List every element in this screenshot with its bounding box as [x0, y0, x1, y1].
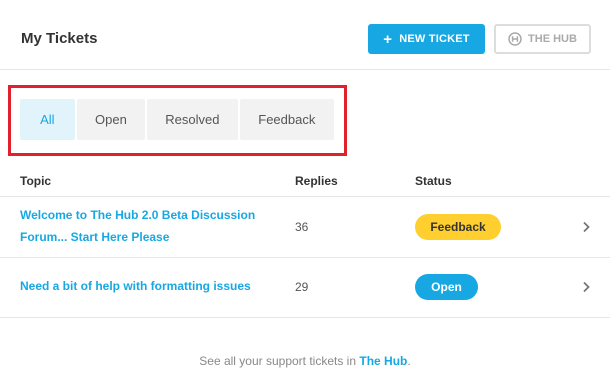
page-title: My Tickets	[21, 30, 98, 47]
table-row[interactable]: Need a bit of help with formatting issue…	[0, 258, 610, 318]
tab-resolved[interactable]: Resolved	[147, 99, 238, 140]
ticket-replies-count: 29	[295, 280, 309, 294]
status-badge: Open	[415, 274, 478, 300]
status-badge: Feedback	[415, 214, 501, 240]
new-ticket-button[interactable]: + NEW TICKET	[368, 24, 485, 54]
ticket-topic-link[interactable]: Need a bit of help with formatting issue…	[20, 275, 251, 297]
chevron-right-icon[interactable]	[581, 281, 591, 293]
ticket-topic-link[interactable]: Welcome to The Hub 2.0 Beta Discussion F…	[20, 204, 255, 248]
tab-open[interactable]: Open	[76, 99, 146, 140]
footer-note: See all your support tickets in The Hub.	[0, 354, 610, 368]
ticket-topic-line: Welcome to The Hub 2.0 Beta Discussion	[20, 208, 256, 222]
hub-logo-icon	[508, 32, 522, 46]
the-hub-button[interactable]: THE HUB	[494, 24, 591, 54]
new-ticket-label: NEW TICKET	[399, 33, 470, 45]
ticket-filter-tabs: All Open Resolved Feedback	[20, 99, 334, 140]
column-header-replies: Replies	[295, 174, 338, 188]
page-header: My Tickets + NEW TICKET THE HUB	[0, 0, 610, 70]
chevron-right-icon[interactable]	[581, 221, 591, 233]
tab-feedback[interactable]: Feedback	[239, 99, 334, 140]
column-header-topic: Topic	[20, 174, 52, 188]
column-header-status: Status	[415, 174, 452, 188]
ticket-topic-line: Forum... Start Here Please	[20, 230, 170, 244]
the-hub-link[interactable]: The Hub	[359, 354, 407, 368]
footer-period: .	[407, 354, 411, 368]
ticket-replies-count: 36	[295, 220, 309, 234]
table-row[interactable]: Welcome to The Hub 2.0 Beta Discussion F…	[0, 197, 610, 258]
plus-icon: +	[383, 30, 393, 48]
tab-all[interactable]: All	[20, 99, 75, 140]
footer-text: See all your support tickets in	[199, 354, 360, 368]
the-hub-label: THE HUB	[528, 33, 577, 45]
